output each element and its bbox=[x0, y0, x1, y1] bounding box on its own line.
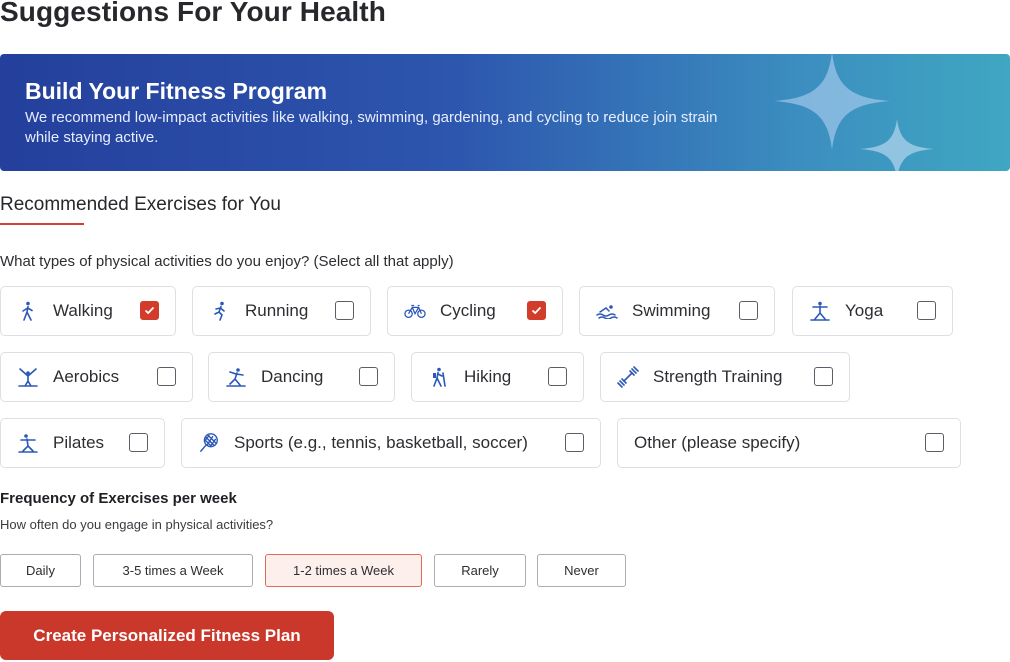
checkbox-walking[interactable] bbox=[140, 301, 159, 320]
checkbox-pilates[interactable] bbox=[129, 433, 148, 452]
activity-label: Strength Training bbox=[653, 367, 783, 386]
activity-option-cycling[interactable]: Cycling bbox=[387, 286, 563, 336]
checkbox-aerobics[interactable] bbox=[157, 367, 176, 386]
activity-label: Aerobics bbox=[53, 367, 120, 386]
activity-label: Dancing bbox=[261, 367, 324, 386]
hiking-icon bbox=[428, 366, 450, 388]
running-icon bbox=[209, 300, 231, 322]
tennis-racket-icon bbox=[198, 432, 220, 454]
checkbox-hiking[interactable] bbox=[548, 367, 567, 386]
sparkle-small-icon bbox=[860, 119, 934, 171]
frequency-option-rarely[interactable]: Rarely bbox=[434, 554, 526, 587]
checkbox-swimming[interactable] bbox=[739, 301, 758, 320]
section-title: Recommended Exercises for You bbox=[0, 194, 281, 215]
banner-title: Build Your Fitness Program bbox=[25, 78, 328, 104]
activity-label: Running bbox=[245, 301, 309, 320]
activity-option-walking[interactable]: Walking bbox=[0, 286, 176, 336]
checkbox-other[interactable] bbox=[925, 433, 944, 452]
pilates-icon bbox=[17, 432, 39, 454]
activity-label: Other (please specify) bbox=[634, 433, 801, 452]
checkbox-sports[interactable] bbox=[565, 433, 584, 452]
frequency-option-never[interactable]: Never bbox=[537, 554, 626, 587]
bicycle-icon bbox=[404, 300, 426, 322]
page-title: Suggestions For Your Health bbox=[0, 0, 386, 27]
walking-icon bbox=[17, 300, 39, 322]
section-title-underline bbox=[0, 223, 84, 225]
activity-option-other[interactable]: Other (please specify) bbox=[617, 418, 961, 468]
activity-option-running[interactable]: Running bbox=[192, 286, 371, 336]
activity-option-sports[interactable]: Sports (e.g., tennis, basketball, soccer… bbox=[181, 418, 601, 468]
checkbox-running[interactable] bbox=[335, 301, 354, 320]
activity-label: Walking bbox=[53, 301, 113, 320]
checkbox-dancing[interactable] bbox=[359, 367, 378, 386]
frequency-question: How often do you engage in physical acti… bbox=[0, 517, 274, 532]
activity-label: Sports (e.g., tennis, basketball, soccer… bbox=[234, 433, 528, 452]
activity-option-hiking[interactable]: Hiking bbox=[411, 352, 584, 402]
activity-label: Swimming bbox=[632, 301, 711, 320]
frequency-option-3-5-times[interactable]: 3-5 times a Week bbox=[93, 554, 253, 587]
frequency-option-daily[interactable]: Daily bbox=[0, 554, 81, 587]
activity-label: Yoga bbox=[845, 301, 884, 320]
dancing-icon bbox=[225, 366, 247, 388]
dumbbell-icon bbox=[617, 366, 639, 388]
activity-label: Hiking bbox=[464, 367, 512, 386]
activity-option-strength-training[interactable]: Strength Training bbox=[600, 352, 850, 402]
checkbox-yoga[interactable] bbox=[917, 301, 936, 320]
activities-question: What types of physical activities do you… bbox=[0, 253, 454, 270]
frequency-option-1-2-times[interactable]: 1-2 times a Week bbox=[265, 554, 422, 587]
activity-option-dancing[interactable]: Dancing bbox=[208, 352, 395, 402]
activity-label: Cycling bbox=[440, 301, 496, 320]
aerobics-icon bbox=[17, 366, 39, 388]
activity-option-yoga[interactable]: Yoga bbox=[792, 286, 953, 336]
checkbox-strength-training[interactable] bbox=[814, 367, 833, 386]
banner-description: We recommend low-impact activities like … bbox=[25, 109, 718, 146]
activity-option-pilates[interactable]: Pilates bbox=[0, 418, 165, 468]
activity-option-aerobics[interactable]: Aerobics bbox=[0, 352, 193, 402]
activity-option-swimming[interactable]: Swimming bbox=[579, 286, 775, 336]
checkbox-cycling[interactable] bbox=[527, 301, 546, 320]
activity-label: Pilates bbox=[53, 433, 105, 452]
create-fitness-plan-button[interactable]: Create Personalized Fitness Plan bbox=[0, 611, 334, 660]
fitness-program-banner: Build Your Fitness Program We recommend … bbox=[0, 54, 1010, 171]
swimming-icon bbox=[596, 300, 618, 322]
frequency-title: Frequency of Exercises per week bbox=[0, 490, 237, 507]
yoga-icon bbox=[809, 300, 831, 322]
